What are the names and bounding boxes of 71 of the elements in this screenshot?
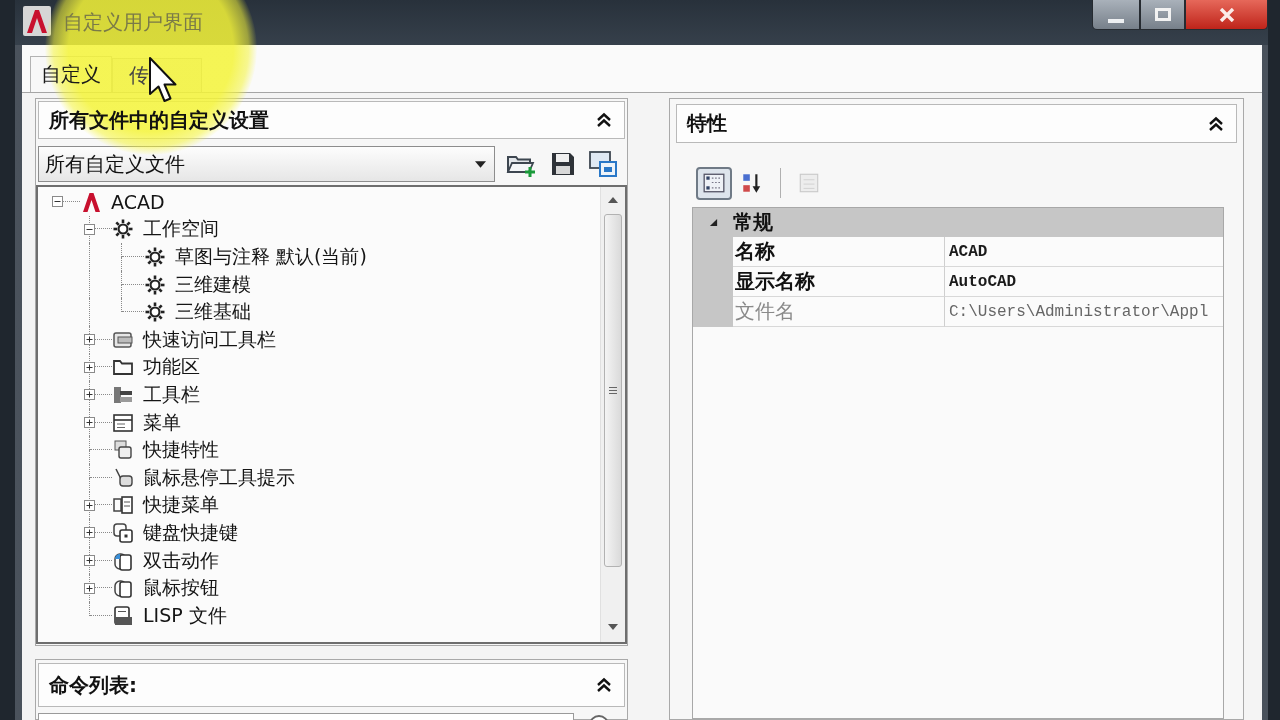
gear-icon [144,246,166,268]
gear-icon [144,273,166,296]
panel-title: 特性 [687,110,727,137]
plus-box-icon[interactable] [84,527,95,539]
menu-window-icon [112,411,134,434]
plus-box-icon[interactable] [84,361,95,373]
caret-down-icon [475,160,486,168]
overlapping-squares-icon [112,521,134,544]
property-value[interactable]: AutoCAD [945,267,1223,297]
file-icon [112,604,134,627]
close-icon [1218,7,1235,22]
plus-box-icon[interactable] [84,499,95,511]
tree-item[interactable]: 双击动作 [143,547,219,574]
scroll-down-arrow-icon[interactable] [608,624,618,630]
maximize-icon [1154,8,1171,21]
property-pages-icon [797,171,821,195]
tree-item[interactable]: 工作空间 [143,216,219,243]
tree-item[interactable]: 三维基础 [175,299,251,326]
grip-lines-icon [609,387,617,394]
category-label[interactable]: 常规 [733,209,773,236]
context-menu-icon [112,494,134,517]
gear-icon [144,301,166,324]
minimize-icon [1108,18,1124,23]
close-button[interactable] [1185,0,1268,30]
window-title: 自定义用户界面 [63,9,203,36]
minus-box-icon[interactable] [52,196,63,208]
tree-item[interactable]: 鼠标悬停工具提示 [143,464,295,491]
tree-item[interactable]: 工具栏 [143,381,200,408]
property-value[interactable]: ACAD [945,237,1223,267]
tree-item[interactable]: 快捷特性 [143,437,219,464]
plus-box-icon[interactable] [84,334,95,346]
tree-item[interactable]: ACAD [111,190,165,213]
plus-box-icon[interactable] [84,417,95,429]
tree-item[interactable]: 快速访问工具栏 [143,326,276,353]
scrollbar-thumb[interactable] [604,214,622,567]
mouse-icon [112,577,134,600]
minimize-button[interactable] [1092,0,1140,30]
collapse-chevrons-icon[interactable] [1208,115,1224,132]
tree-item[interactable]: 鼠标按钮 [143,575,219,602]
maximize-button[interactable] [1140,0,1185,30]
tree-item[interactable]: 功能区 [143,354,200,381]
property-value[interactable]: C:\Users\Administrator\Appl [945,297,1223,327]
tree-item[interactable]: 菜单 [143,409,181,436]
categorized-list-icon [702,171,726,195]
property-name: 显示名称 [733,267,945,297]
minus-box-icon[interactable] [84,223,95,235]
plus-box-icon[interactable] [84,582,95,594]
collapse-chevrons-icon[interactable] [596,677,612,693]
tree-item[interactable]: 键盘快捷键 [143,519,238,546]
window-stack-icon[interactable] [588,150,618,178]
property-name: 文件名 [733,297,945,327]
vertical-scrollbar[interactable] [600,187,625,642]
plus-box-icon[interactable] [84,555,95,566]
tooltip-icon [112,466,134,489]
panel-title: 所有文件中的自定义设置 [49,106,269,134]
tree-item[interactable]: 快捷菜单 [143,492,219,519]
tree-item[interactable]: 草图与注释 默认(当前) [175,244,367,270]
app-logo-icon [23,6,51,36]
tree-item[interactable]: 三维建模 [175,271,251,298]
plus-box-icon[interactable] [84,389,95,401]
panel-title: 命令列表: [49,671,137,699]
triangle-icon[interactable] [708,218,718,227]
gear-icon [112,218,134,241]
tab[interactable]: 自定义 [30,56,112,92]
scroll-up-arrow-icon[interactable] [608,197,618,203]
property-name: 名称 [733,237,945,267]
collapse-chevrons-icon[interactable] [596,112,612,128]
app-logo-icon [80,190,102,213]
stacked-cards-icon [112,439,134,462]
tree-item[interactable]: LISP 文件 [143,602,227,629]
file-filter-dropdown[interactable]: 所有自定义文件 [38,146,495,182]
